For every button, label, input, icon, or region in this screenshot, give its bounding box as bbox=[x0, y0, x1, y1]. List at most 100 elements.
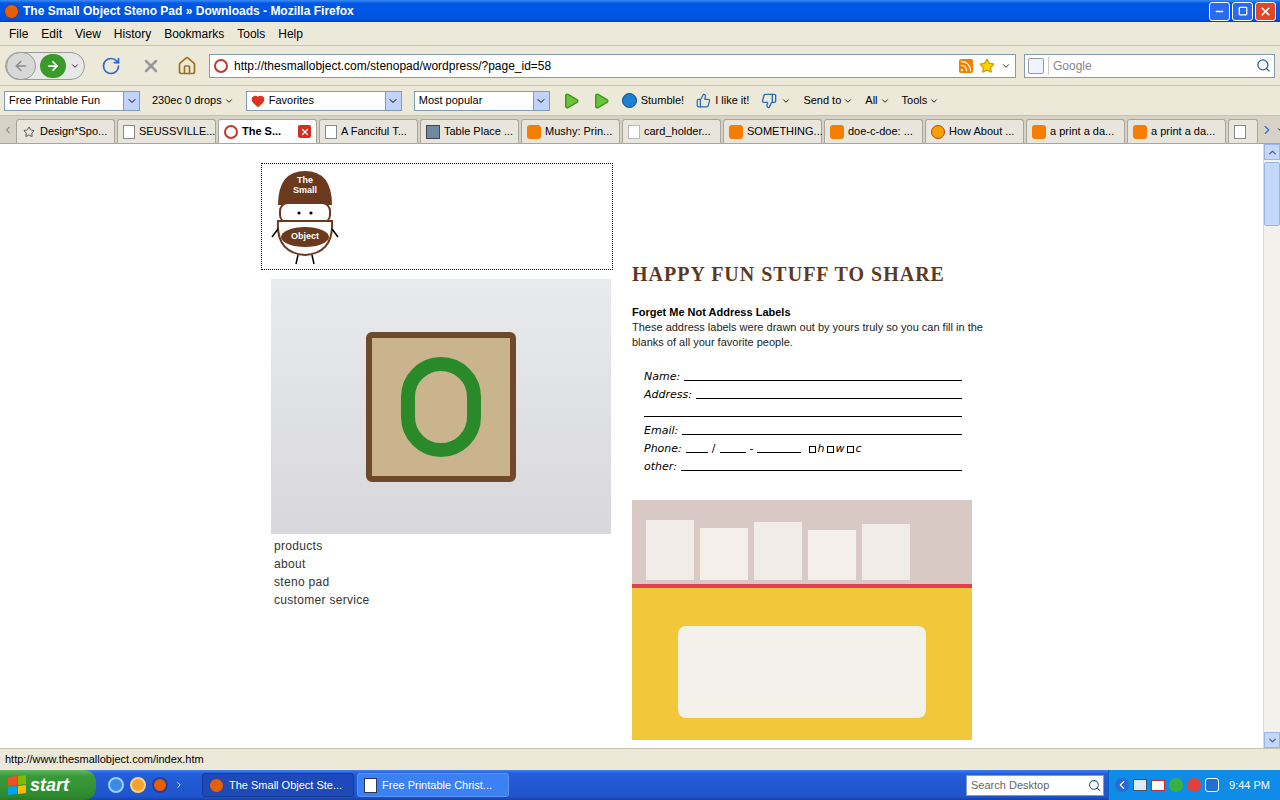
dropdown-icon bbox=[880, 96, 890, 106]
toolbar-select[interactable]: Most popular bbox=[414, 91, 550, 111]
play-icon[interactable] bbox=[592, 92, 610, 110]
label-form-row bbox=[644, 402, 962, 420]
search-field[interactable]: Google bbox=[1024, 54, 1275, 78]
nav-link[interactable]: products bbox=[274, 537, 613, 555]
minimize-button[interactable] bbox=[1209, 2, 1230, 21]
dropdown-icon bbox=[843, 96, 853, 106]
phone-option: h bbox=[809, 442, 824, 456]
browser-tab[interactable]: card_holder... bbox=[622, 119, 721, 143]
menu-item[interactable]: Tools bbox=[231, 25, 271, 43]
history-dropdown-icon[interactable] bbox=[70, 61, 80, 71]
toolbar-select[interactable]: Favorites bbox=[246, 91, 402, 111]
browser-tab[interactable]: Design*Spo... bbox=[16, 119, 115, 143]
dislike-button[interactable] bbox=[761, 93, 791, 109]
messenger-icon[interactable] bbox=[130, 777, 146, 793]
task-button[interactable]: The Small Object Ste... bbox=[202, 773, 354, 797]
app-icon[interactable] bbox=[1187, 778, 1201, 792]
menu-item[interactable]: Help bbox=[272, 25, 309, 43]
search-icon[interactable] bbox=[1088, 779, 1101, 792]
url-field[interactable]: http://thesmallobject.com/stenopad/wordp… bbox=[209, 54, 1016, 78]
browser-tab[interactable]: A Fanciful T... bbox=[319, 119, 418, 143]
browser-tab[interactable]: SEUSSVILLE... bbox=[117, 119, 216, 143]
logo-box[interactable]: TheSmallObject bbox=[261, 163, 613, 270]
play-icon[interactable] bbox=[562, 92, 580, 110]
browser-tab[interactable]: Table Place ... bbox=[420, 119, 519, 143]
google-icon bbox=[1028, 58, 1044, 74]
dropdown-icon bbox=[387, 95, 399, 107]
browser-tab[interactable]: a print a da... bbox=[1127, 119, 1226, 143]
bookmark-star-icon[interactable] bbox=[979, 58, 995, 74]
mail-icon[interactable] bbox=[1151, 780, 1165, 791]
vertical-scrollbar[interactable] bbox=[1263, 144, 1280, 748]
toolbar-menu[interactable]: All bbox=[865, 92, 889, 109]
nav-link[interactable]: steno pad bbox=[274, 573, 613, 591]
app-icon[interactable] bbox=[1169, 778, 1183, 792]
menu-item[interactable]: Bookmarks bbox=[158, 25, 230, 43]
task-list: The Small Object Ste...Free Printable Ch… bbox=[202, 773, 509, 797]
close-tab-button[interactable] bbox=[298, 125, 311, 138]
toolbar-menu[interactable]: Tools bbox=[902, 92, 940, 109]
browser-tab[interactable]: Mushy: Prin... bbox=[521, 119, 620, 143]
browser-tab[interactable]: SOMETHING... bbox=[723, 119, 822, 143]
scroll-tabs-right-icon[interactable] bbox=[1260, 123, 1274, 137]
all-tabs-icon[interactable] bbox=[1276, 125, 1280, 135]
desktop-search-field[interactable]: Search Desktop bbox=[966, 775, 1104, 796]
blogger-icon bbox=[729, 125, 743, 139]
label-form-row: Phone:/-hwc bbox=[644, 438, 962, 456]
app-icon[interactable] bbox=[1205, 778, 1219, 792]
label-form-row: Address: bbox=[644, 384, 962, 402]
ie-icon[interactable] bbox=[108, 777, 124, 793]
dropdown-icon bbox=[224, 96, 234, 106]
scroll-down-icon[interactable] bbox=[1267, 735, 1278, 746]
thumbs-down-icon bbox=[761, 93, 777, 109]
scroll-up-icon[interactable] bbox=[1267, 147, 1278, 158]
menu-item[interactable]: View bbox=[69, 25, 107, 43]
browser-tab[interactable]: The S... bbox=[218, 119, 317, 143]
taskbar: start The Small Object Ste...Free Printab… bbox=[0, 770, 1280, 800]
start-button[interactable]: start bbox=[0, 770, 96, 800]
clock[interactable]: 9:44 PM bbox=[1229, 777, 1270, 794]
screen: The Small Object Steno Pad » Downloads -… bbox=[0, 0, 1280, 800]
maximize-button[interactable] bbox=[1232, 2, 1253, 21]
firefox-icon[interactable] bbox=[152, 777, 168, 793]
toolbar-menu[interactable]: 230ec 0 drops bbox=[152, 92, 234, 109]
forward-button[interactable] bbox=[40, 54, 66, 78]
browser-tab[interactable]: How About ... bbox=[925, 119, 1024, 143]
block-photo bbox=[271, 279, 611, 534]
left-column: TheSmallObject productsaboutsteno padcust… bbox=[261, 163, 613, 748]
browser-tab[interactable]: doe-c-doe: ... bbox=[824, 119, 923, 143]
reload-icon[interactable] bbox=[101, 56, 121, 76]
nav-link[interactable]: customer service bbox=[274, 591, 613, 609]
toolbar-button[interactable]: I like it! bbox=[696, 92, 749, 109]
rss-icon[interactable] bbox=[959, 59, 973, 73]
toolbar-select[interactable]: Free Printable Fun bbox=[4, 91, 140, 111]
menu-item[interactable]: File bbox=[3, 25, 34, 43]
article-text: These address labels were drawn out by y… bbox=[632, 320, 984, 350]
show-hidden-icons-icon[interactable] bbox=[1115, 778, 1129, 792]
more-icon[interactable] bbox=[174, 780, 184, 790]
dropdown-icon[interactable] bbox=[1001, 61, 1011, 71]
toolbar-button[interactable]: Stumble! bbox=[622, 92, 684, 109]
blogger-icon bbox=[1032, 125, 1046, 139]
search-icon[interactable] bbox=[1256, 58, 1271, 73]
stop-icon[interactable] bbox=[141, 56, 161, 76]
toolbar-menu[interactable]: Send to bbox=[803, 92, 853, 109]
label-form-row: Name: bbox=[644, 366, 962, 384]
back-forward-buttons bbox=[5, 52, 85, 80]
browser-tab[interactable] bbox=[1228, 119, 1258, 143]
home-icon[interactable] bbox=[177, 56, 197, 76]
dropdown-icon bbox=[781, 96, 791, 106]
back-button[interactable] bbox=[6, 52, 36, 80]
title-bar: The Small Object Steno Pad » Downloads -… bbox=[0, 0, 1280, 22]
nav-link[interactable]: about bbox=[274, 555, 613, 573]
star-icon bbox=[22, 125, 36, 139]
task-button[interactable]: Free Printable Christ... bbox=[357, 773, 509, 797]
menu-item[interactable]: Edit bbox=[35, 25, 68, 43]
browser-tab[interactable]: a print a da... bbox=[1026, 119, 1125, 143]
scroll-tabs-left-icon[interactable] bbox=[2, 124, 14, 136]
network-icon[interactable] bbox=[1133, 779, 1147, 791]
article: HAPPY FUN STUFF TO SHAREForget Me Not Ad… bbox=[632, 163, 992, 748]
menu-item[interactable]: History bbox=[108, 25, 157, 43]
close-button[interactable] bbox=[1255, 2, 1276, 21]
scroll-thumb[interactable] bbox=[1264, 162, 1280, 226]
